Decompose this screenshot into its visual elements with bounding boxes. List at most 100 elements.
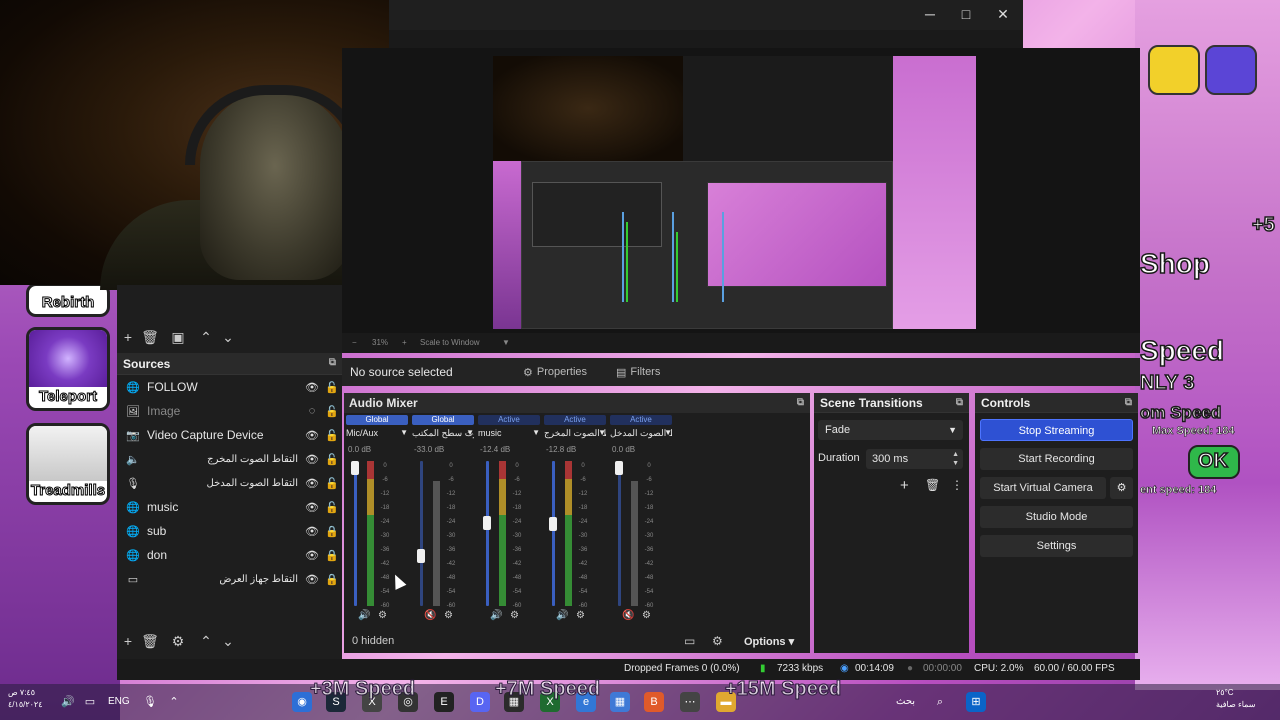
undock-icon[interactable]: ⧉ <box>1125 397 1132 408</box>
unlock-icon[interactable]: 🔓 <box>322 453 342 466</box>
channel-name[interactable]: التقاط الصوت المدخل▼ <box>610 428 672 440</box>
source-item[interactable]: 🌐 music 👁 🔓 <box>117 495 342 519</box>
source-item[interactable]: ▭ التقاط جهاز العرض 👁 🔒 <box>117 567 342 591</box>
game-teleport-button[interactable]: Teleport <box>26 327 110 411</box>
options-button[interactable]: Options ▾ <box>744 635 794 648</box>
spin-icon[interactable]: ▲ ▼ <box>952 450 959 468</box>
source-up-icon[interactable]: ⌃ <box>197 632 215 650</box>
search-icon[interactable]: ⌕ <box>930 692 950 712</box>
channel-name[interactable]: music ▼ <box>478 428 540 440</box>
speaker-icon[interactable]: 🔊 <box>556 610 568 621</box>
move-up-icon[interactable]: ⌃ <box>197 328 215 346</box>
muted-speaker-icon[interactable]: 🔇 <box>424 610 436 621</box>
chevron-down-icon[interactable]: ▼ <box>502 338 510 347</box>
windows-start-icon[interactable]: ⊞ <box>966 692 986 712</box>
mixer-layout-icon[interactable]: ▭ <box>684 634 695 648</box>
eye-icon[interactable]: 👁 <box>302 525 322 538</box>
game-treadmills-button[interactable]: Treadmills <box>26 423 110 505</box>
eye-icon[interactable]: 👁 <box>302 453 322 466</box>
duration-field[interactable]: 300 ms ▲ ▼ <box>866 449 963 469</box>
fader-knob[interactable] <box>483 516 491 531</box>
volume-fader[interactable] <box>552 461 555 606</box>
unlock-icon[interactable]: 🔓 <box>322 381 342 394</box>
volume-fader[interactable] <box>618 461 621 606</box>
store-icon[interactable]: ▦ <box>610 692 630 712</box>
music-notes-icon[interactable] <box>1205 45 1257 95</box>
properties-button[interactable]: ⚙ Properties <box>517 362 593 382</box>
fader-knob[interactable] <box>549 517 557 532</box>
source-item[interactable]: 🖼 Image ◌ 🔓 <box>117 399 342 423</box>
gear-icon[interactable]: ⚙ <box>510 610 519 621</box>
mic-icon[interactable]: 🎙 <box>140 692 160 712</box>
channel-name[interactable]: صوت سطح المكتب▼ <box>412 428 474 440</box>
add-scene-icon[interactable]: + <box>119 328 137 346</box>
language-indicator[interactable]: ENG <box>108 696 130 707</box>
undock-icon[interactable]: ⧉ <box>956 397 963 408</box>
brave-icon[interactable]: B <box>644 692 664 712</box>
fader-knob[interactable] <box>615 461 623 475</box>
volume-fader[interactable] <box>354 461 357 606</box>
maximize-icon[interactable]: □ <box>957 5 975 23</box>
volume-fader[interactable] <box>486 461 489 606</box>
network-icon[interactable]: ▭ <box>80 692 100 712</box>
channel-name[interactable]: التقاط الصوت المخرج▼ <box>544 428 606 440</box>
epic-icon[interactable]: E <box>434 692 454 712</box>
search-label[interactable]: بحث <box>896 696 915 707</box>
start-virtual-camera-button[interactable]: Start Virtual Camera <box>980 477 1106 499</box>
advanced-audio-icon[interactable]: ⚙ <box>712 634 723 648</box>
fader-knob[interactable] <box>417 548 425 563</box>
minimize-icon[interactable]: ─ <box>921 5 939 23</box>
unlock-icon[interactable]: 🔓 <box>322 477 342 490</box>
volume-icon[interactable]: 🔊 <box>58 692 78 712</box>
unlock-icon[interactable]: 🔓 <box>322 501 342 514</box>
source-item[interactable]: 🎙 التقاط الصوت المدخل 👁 🔓 <box>117 471 342 495</box>
game-rebirth-button[interactable]: Rebirth <box>26 283 110 317</box>
add-source-icon[interactable]: + <box>119 632 137 650</box>
studio-mode-button[interactable]: Studio Mode <box>980 506 1133 528</box>
close-icon[interactable]: ✕ <box>994 5 1012 23</box>
gear-icon[interactable]: ⚙ <box>444 610 453 621</box>
channel-name[interactable]: Mic/Aux ▼ <box>346 428 408 440</box>
source-item[interactable]: 🌐 sub 👁 🔒 <box>117 519 342 543</box>
game-ok-button[interactable]: OK <box>1188 445 1240 479</box>
transition-select[interactable]: Fade ▼ <box>818 420 963 440</box>
eye-icon[interactable]: 👁 <box>302 501 322 514</box>
scene-filter-icon[interactable]: ▣ <box>169 328 187 346</box>
source-item[interactable]: 🌐 don 👁 🔒 <box>117 543 342 567</box>
unlock-icon[interactable]: 🔓 <box>322 405 342 418</box>
eye-icon[interactable]: 👁 <box>302 549 322 562</box>
unlock-icon[interactable]: 🔓 <box>322 429 342 442</box>
lock-icon[interactable]: 🔒 <box>322 525 342 538</box>
gear-icon[interactable]: ⚙ <box>642 610 651 621</box>
source-item[interactable]: 🔈 التقاط الصوت المخرج 👁 🔓 <box>117 447 342 471</box>
lock-icon[interactable]: 🔒 <box>322 573 342 586</box>
scale-mode-select[interactable]: Scale to Window <box>420 338 480 347</box>
gear-icon[interactable]: ⚙ <box>378 610 387 621</box>
filters-button[interactable]: ▤ Filters <box>610 362 666 382</box>
more-options-icon[interactable]: ⋮ <box>951 478 963 492</box>
dots-icon[interactable]: ⋯ <box>680 692 700 712</box>
settings-button[interactable]: Settings <box>980 535 1133 557</box>
start-recording-button[interactable]: Start Recording <box>980 448 1133 470</box>
move-down-icon[interactable]: ⌄ <box>219 328 237 346</box>
source-settings-icon[interactable]: ⚙ <box>169 632 187 650</box>
eye-icon[interactable]: 👁 <box>302 477 322 490</box>
remove-transition-icon[interactable]: 🗑 <box>925 478 940 492</box>
source-down-icon[interactable]: ⌄ <box>219 632 237 650</box>
chevron-up-icon[interactable]: ⌃ <box>164 692 184 712</box>
zoom-in-icon[interactable]: + <box>402 338 407 347</box>
virtual-camera-settings-button[interactable]: ⚙ <box>1110 477 1133 499</box>
discord-icon[interactable]: D <box>470 692 490 712</box>
dance-icon[interactable] <box>1148 45 1200 95</box>
eye-icon[interactable]: 👁 <box>302 429 322 442</box>
source-item[interactable]: 📷 Video Capture Device 👁 🔓 <box>117 423 342 447</box>
gear-icon[interactable]: ⚙ <box>576 610 585 621</box>
source-item[interactable]: 🌐 FOLLOW 👁 🔓 <box>117 375 342 399</box>
game-shop-label[interactable]: Shop <box>1139 247 1211 280</box>
eye-icon[interactable]: 👁 <box>302 573 322 586</box>
undock-icon[interactable]: ⧉ <box>797 393 804 413</box>
zoom-out-icon[interactable]: − <box>352 338 357 347</box>
app-icon[interactable]: ◉ <box>292 692 312 712</box>
lock-icon[interactable]: 🔒 <box>322 549 342 562</box>
eye-icon[interactable]: 👁 <box>302 381 322 394</box>
